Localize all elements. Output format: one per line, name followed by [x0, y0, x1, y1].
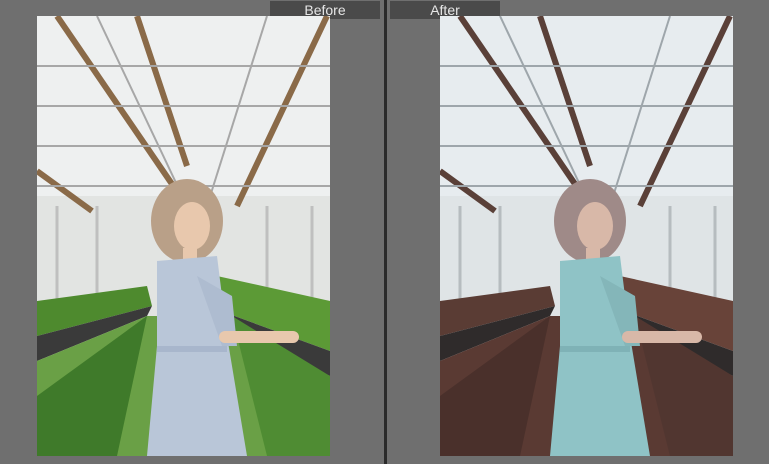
after-photo[interactable] — [440, 16, 733, 456]
before-image — [37, 16, 330, 456]
before-pane: Before — [0, 0, 384, 464]
after-image — [440, 16, 733, 456]
after-pane: After — [387, 0, 769, 464]
before-photo[interactable] — [37, 16, 330, 456]
